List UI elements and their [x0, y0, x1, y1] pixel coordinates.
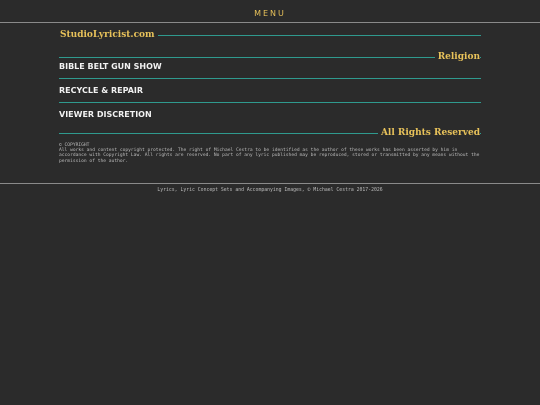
religion-divider	[59, 57, 481, 58]
section-label-religion: Religion	[434, 51, 480, 63]
song-divider	[59, 78, 481, 79]
song-divider	[59, 102, 481, 103]
copyright-body: All works and content copyright protecte…	[59, 148, 480, 164]
site-title-link[interactable]: StudioLyricist.com	[60, 29, 158, 41]
footer-text: Lyrics, Lyric Concept Sets and Accompany…	[157, 188, 383, 193]
footer-divider	[0, 183, 540, 184]
song-link-viewer-discretion[interactable]: VIEWER DISCRETION	[59, 110, 152, 120]
song-link-bible-belt-gun-show[interactable]: BIBLE BELT GUN SHOW	[59, 62, 162, 72]
menu-link[interactable]: MENU	[254, 9, 286, 18]
copyright-notice: © COPYRIGHT All works and content copyri…	[59, 143, 481, 164]
top-menu-bar: MENU	[0, 0, 540, 22]
section-label-rights: All Rights Reserved	[377, 127, 480, 139]
song-link-recycle-repair[interactable]: RECYCLE & REPAIR	[59, 86, 143, 96]
top-divider	[0, 22, 540, 23]
